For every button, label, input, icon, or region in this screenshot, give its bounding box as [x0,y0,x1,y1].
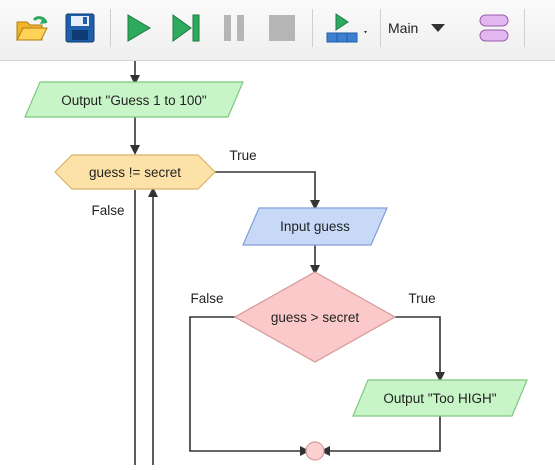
stop-icon [269,15,295,41]
merge-connector[interactable] [305,441,325,461]
function-select[interactable]: Main [388,8,458,48]
output-block-too-high[interactable]: Output "Too HIGH" [352,379,528,417]
if-condition-text: guess > secret [271,310,359,325]
flowchart: Output "Guess 1 to 100" guess != secret … [24,61,528,465]
if-true-label: True [408,291,435,306]
function-select-value: Main [388,20,419,36]
functions-button[interactable] [474,8,514,48]
input-block[interactable]: Input guess [242,207,388,246]
output-block-greet[interactable]: Output "Guess 1 to 100" [24,81,244,118]
toolbar-separator [524,9,525,47]
chevron-down-icon [431,24,446,32]
loop-true-label: True [229,148,256,163]
flow-line [320,416,441,456]
open-button[interactable] [12,8,52,48]
toolbar-separator [312,9,313,47]
step-icon [172,14,200,42]
stop-button[interactable] [262,8,302,48]
toolbar-separator [380,9,381,47]
flowchart-canvas[interactable]: Output "Guess 1 to 100" guess != secret … [0,61,555,465]
pause-button[interactable] [214,8,254,48]
loop-false-label: False [91,203,124,218]
toolbar: Main [0,0,555,61]
save-button[interactable] [60,8,100,48]
run-button[interactable] [118,8,158,48]
flow-line [215,171,320,210]
if-block[interactable]: guess > secret [233,271,397,363]
open-folder-icon [16,16,48,41]
if-false-label: False [190,291,223,306]
toolbar-separator [110,9,111,47]
function-terminal-icon [479,14,509,42]
pause-icon [224,15,244,41]
loop-condition-text: guess != secret [89,165,181,180]
output-greet-text: Output "Guess 1 to 100" [61,93,207,108]
step-button[interactable] [166,8,206,48]
run-mode-button[interactable] [322,8,372,48]
run-icon [127,14,151,42]
flow-line [395,316,445,382]
output-high-text: Output "Too HIGH" [383,391,496,406]
input-text: Input guess [280,219,350,234]
run-mode-icon [326,13,367,43]
save-icon [65,13,95,43]
while-loop-block[interactable]: guess != secret [54,154,216,190]
